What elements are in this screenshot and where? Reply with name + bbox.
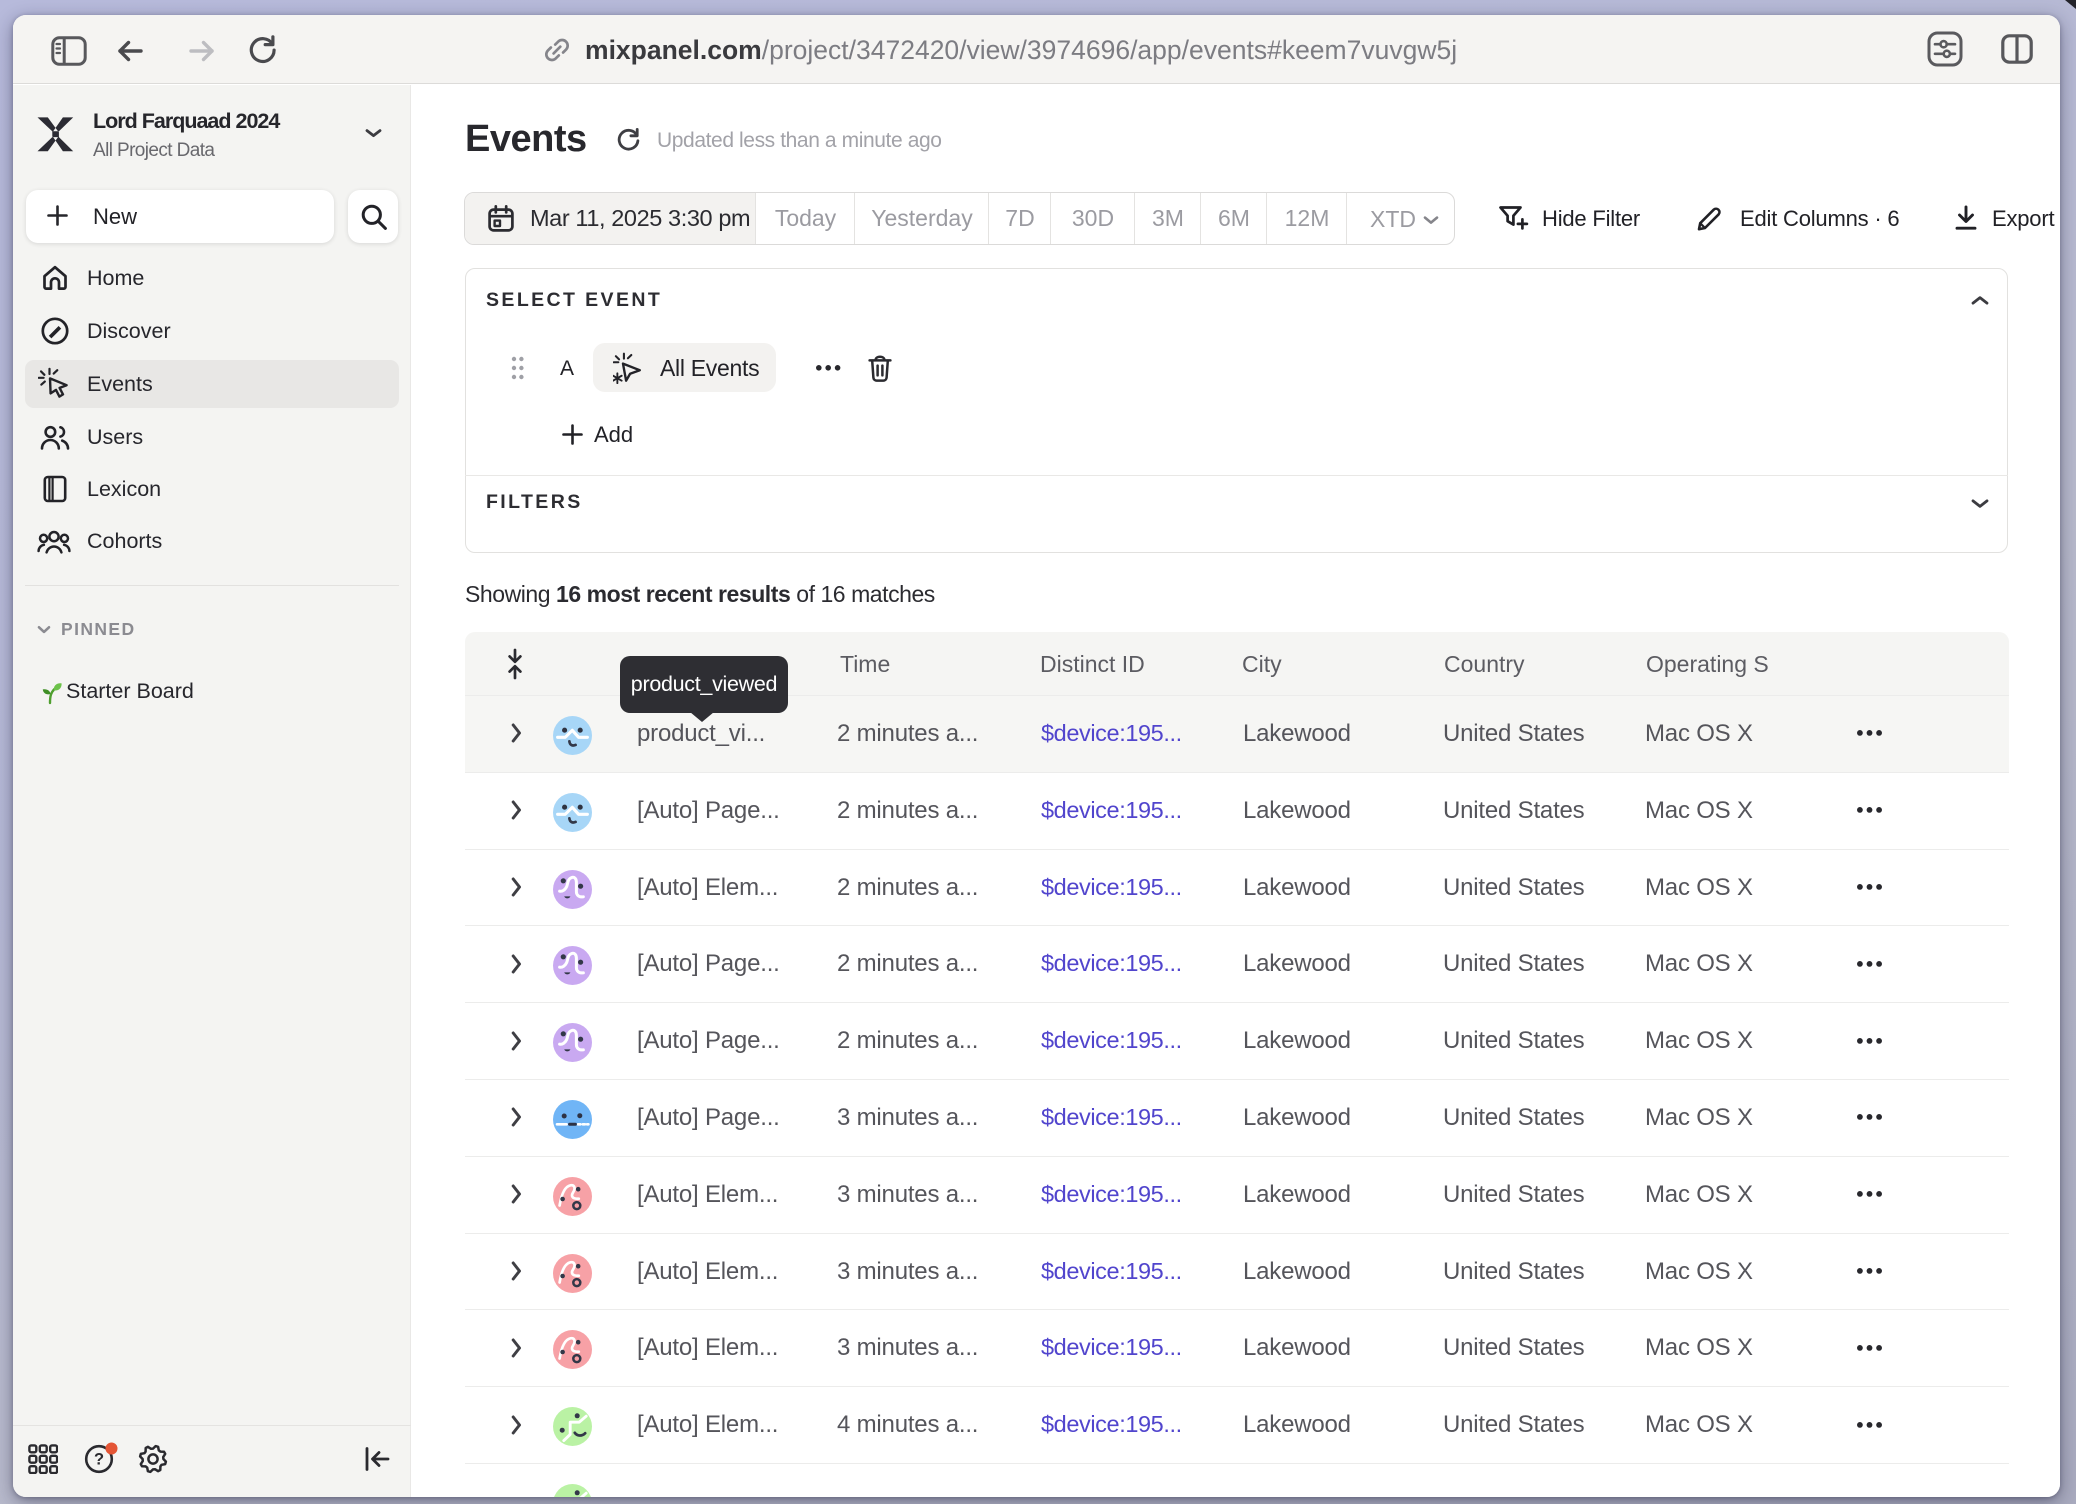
svg-text:?: ? — [94, 1450, 104, 1468]
